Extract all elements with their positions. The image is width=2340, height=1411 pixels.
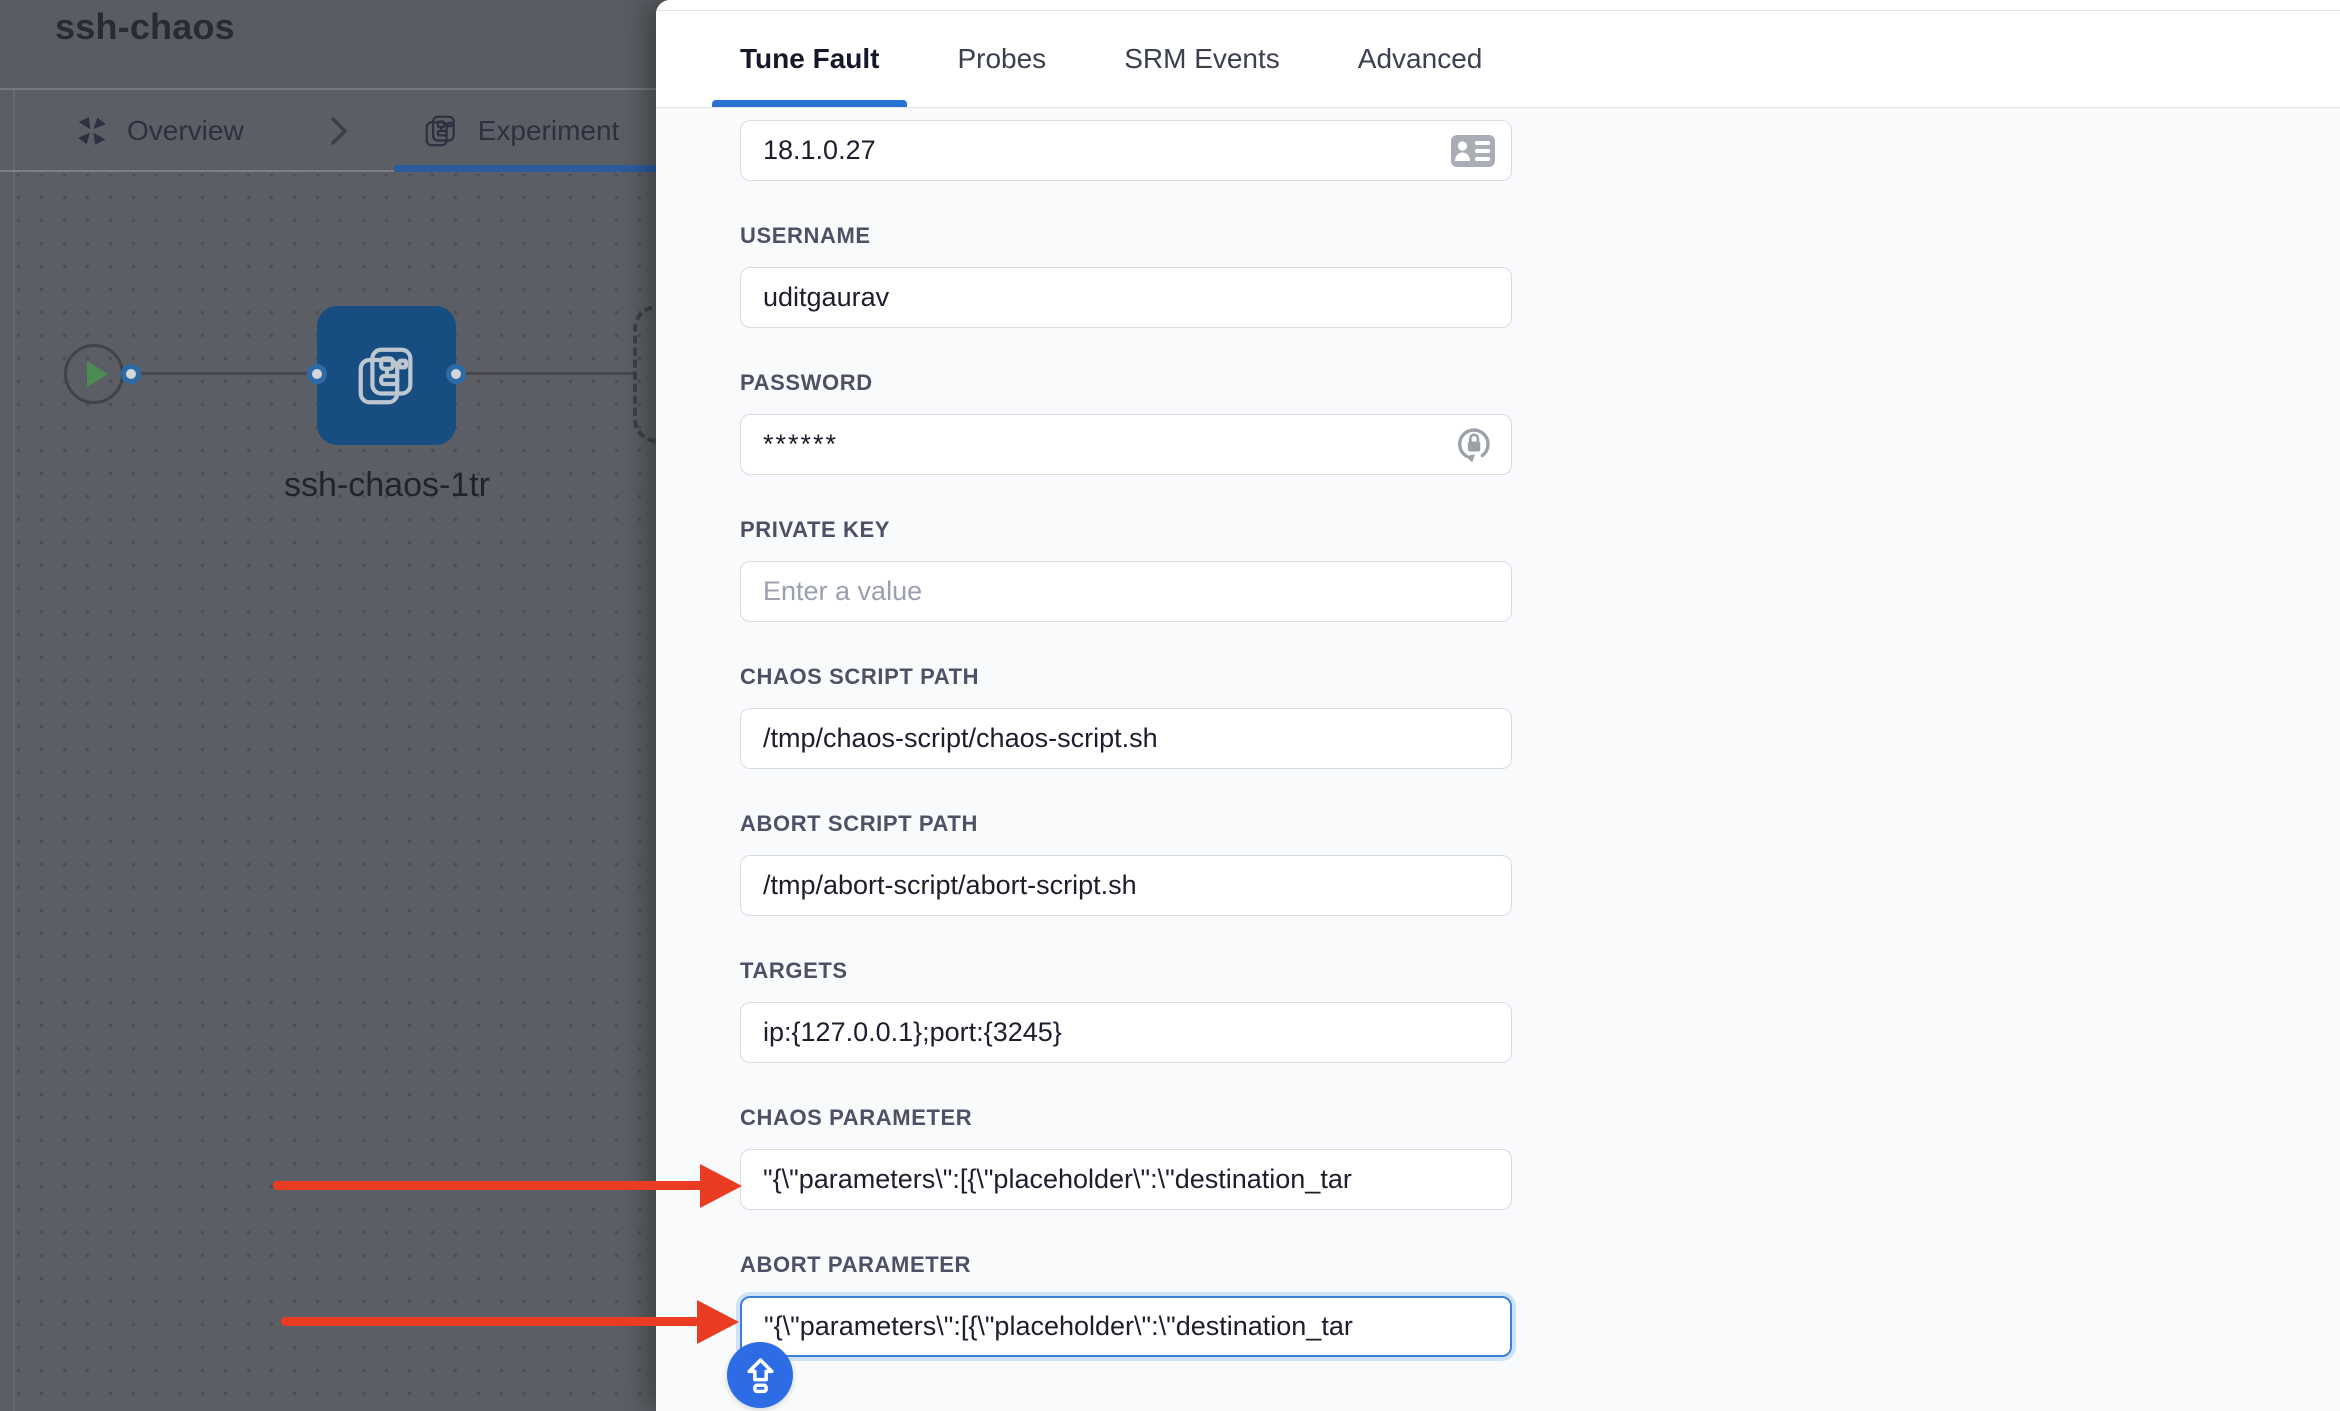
edge-start-to-node	[125, 372, 317, 375]
overview-pinwheel-icon	[75, 114, 109, 148]
active-breadcrumb-underline	[394, 165, 684, 172]
chaos-parameter-input[interactable]	[740, 1149, 1512, 1210]
apply-changes-button[interactable]	[727, 1342, 793, 1408]
drawer-tabbar: Tune Fault Probes SRM Events Advanced	[656, 10, 2340, 108]
tab-probes[interactable]: Probes	[929, 11, 1074, 107]
abort-parameter-field-row	[740, 1296, 1512, 1357]
password-input[interactable]	[740, 414, 1512, 475]
private-key-field-row	[740, 561, 1512, 622]
start-out-port	[121, 364, 141, 384]
annotation-arrow-abort-parameter-line	[281, 1317, 699, 1326]
node-in-port	[307, 364, 327, 384]
tune-fault-drawer: Tune Fault Probes SRM Events Advanced US…	[656, 0, 2340, 1411]
node-label: ssh-chaos-1tr	[247, 466, 527, 505]
private-key-label: PRIVATE KEY	[740, 519, 1512, 541]
private-key-input[interactable]	[740, 561, 1512, 622]
tune-fault-form: USERNAME PASSWORD PRIVATE KEY CHAOS SCRI…	[656, 108, 2340, 1357]
password-reset-icon[interactable]	[1452, 423, 1496, 467]
targets-label: TARGETS	[740, 960, 1512, 982]
password-field-row	[740, 414, 1512, 475]
chevron-right-icon	[330, 116, 348, 146]
chaos-parameter-field-row	[740, 1149, 1512, 1210]
tab-tune-fault[interactable]: Tune Fault	[712, 11, 907, 107]
edge-node-to-add	[456, 372, 633, 375]
abort-parameter-label: ABORT PARAMETER	[740, 1254, 1512, 1276]
page-title: ssh-chaos	[55, 6, 235, 48]
node-out-port	[446, 364, 466, 384]
breadcrumb-overview[interactable]: Overview	[75, 114, 244, 148]
abort-script-path-label: ABORT SCRIPT PATH	[740, 813, 1512, 835]
targets-input[interactable]	[740, 1002, 1512, 1063]
chaos-script-path-label: CHAOS SCRIPT PATH	[740, 666, 1512, 688]
username-input[interactable]	[740, 267, 1512, 328]
pipeline-start-node[interactable]	[64, 344, 124, 404]
contact-card-icon[interactable]	[1450, 134, 1496, 168]
username-label: USERNAME	[740, 225, 1512, 247]
tab-advanced[interactable]: Advanced	[1330, 11, 1511, 107]
drawer-top-strip	[656, 0, 2340, 10]
abort-parameter-input[interactable]	[740, 1296, 1512, 1357]
password-label: PASSWORD	[740, 372, 1512, 394]
chaos-parameter-label: CHAOS PARAMETER	[740, 1107, 1512, 1129]
annotation-arrow-abort-parameter-head	[697, 1300, 739, 1344]
breadcrumb-experiment[interactable]: Experiment	[422, 112, 620, 150]
targets-field-row	[740, 1002, 1512, 1063]
abort-script-path-field-row	[740, 855, 1512, 916]
host-field-row	[740, 120, 1512, 181]
breadcrumb-experiment-label: Experiment	[478, 115, 620, 147]
username-field-row	[740, 267, 1512, 328]
chaos-script-path-input[interactable]	[740, 708, 1512, 769]
experiment-cards-icon	[422, 112, 460, 150]
annotation-arrow-chaos-parameter-line	[273, 1181, 703, 1190]
chaos-script-path-field-row	[740, 708, 1512, 769]
play-icon	[87, 361, 108, 387]
annotation-arrow-chaos-parameter-head	[700, 1164, 742, 1208]
host-input[interactable]	[740, 120, 1512, 181]
breadcrumb-overview-label: Overview	[127, 115, 244, 147]
upload-arrow-icon	[744, 1357, 777, 1394]
fault-node-ssh-chaos[interactable]	[317, 306, 456, 445]
fault-node-cards-icon	[352, 341, 422, 411]
abort-script-path-input[interactable]	[740, 855, 1512, 916]
tab-srm-events[interactable]: SRM Events	[1096, 11, 1308, 107]
